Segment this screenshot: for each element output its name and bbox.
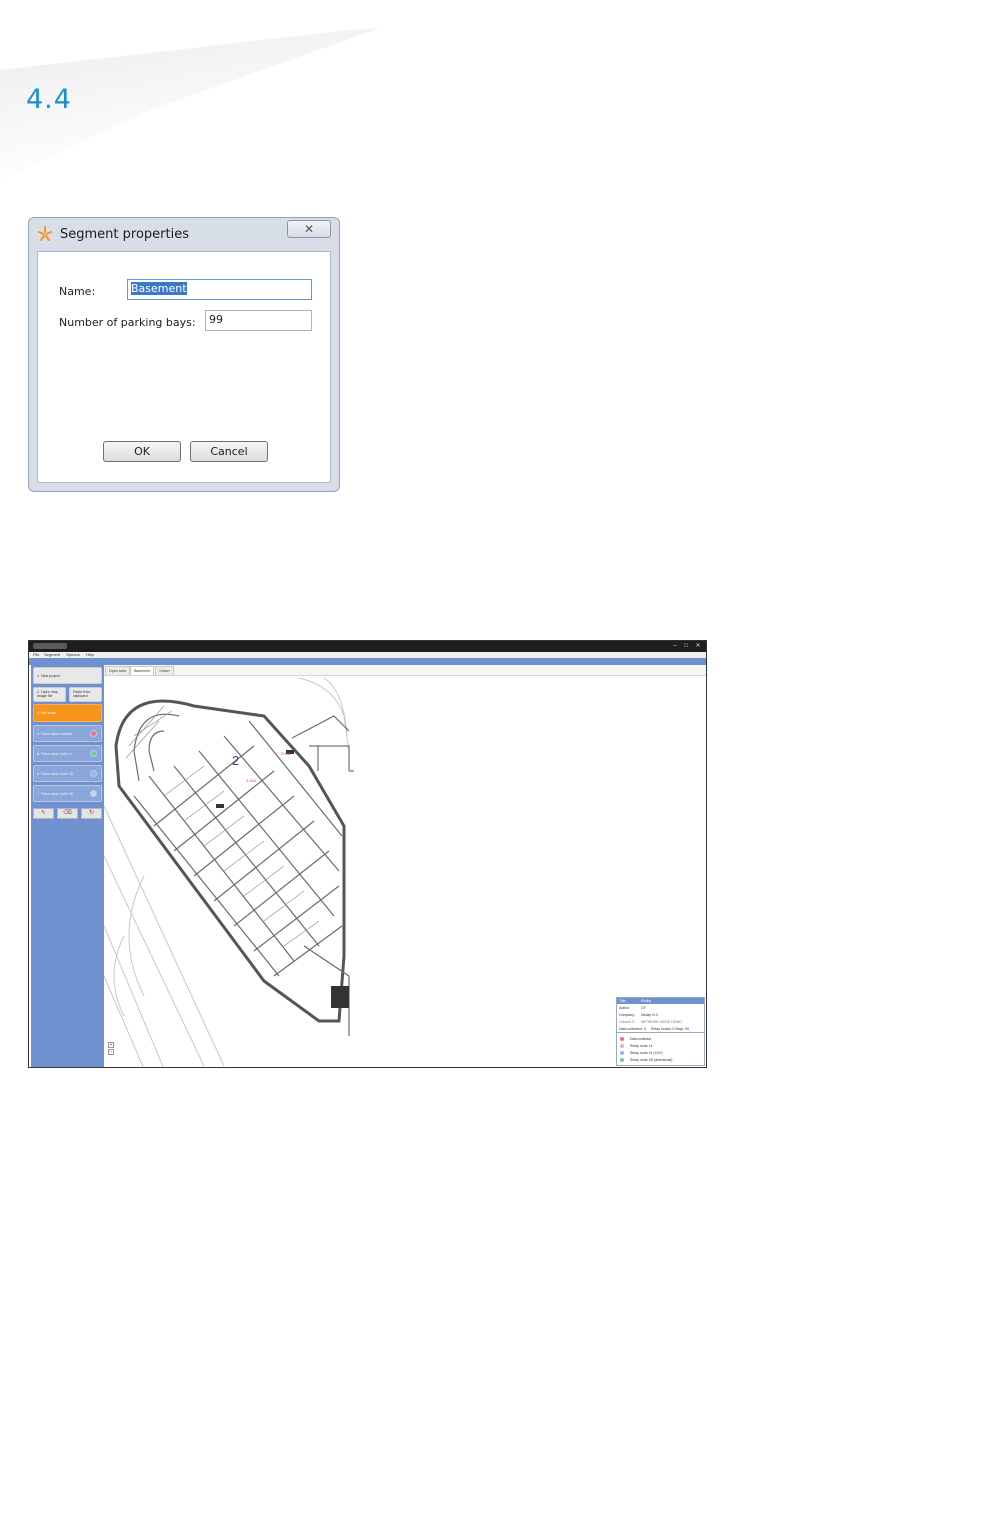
step-open-map[interactable]: 2. Open map image file	[33, 687, 66, 702]
legend-item-label: Relay node 2x (XXX)	[630, 1051, 663, 1055]
step-new-project[interactable]: 1. New project	[33, 667, 102, 684]
data-collector-icon	[90, 729, 97, 737]
legend-title-label: Title:	[619, 999, 627, 1003]
step-paste-clipboard[interactable]: Paste from clipboard	[69, 687, 102, 702]
ribbon	[29, 658, 706, 665]
tab-new[interactable]: <New>	[155, 666, 175, 675]
relay-node-icon	[90, 769, 97, 777]
red-label-1: 2-401	[246, 778, 257, 783]
legend-counts-row: Data collectors: 0 Relay nodes: 0 Bays: …	[617, 1026, 704, 1033]
dialog-titlebar[interactable]: Segment properties ✕	[29, 218, 339, 250]
zoom-out-button[interactable]: −	[108, 1049, 114, 1055]
legend-key: Column 3:	[619, 1020, 635, 1024]
legend-item: Relay node 2x (XXX)	[617, 1050, 704, 1056]
red-label-2: 2-402	[281, 751, 292, 756]
app-titlebar: – □ ✕	[29, 641, 706, 652]
close-icon[interactable]: ✕	[693, 642, 703, 650]
dialog-title: Segment properties	[60, 227, 189, 242]
legend-key: Data collectors: 0	[619, 1027, 647, 1031]
legend-company-row: Company: Nedap N.V.	[617, 1012, 704, 1018]
name-field-value: Basement	[131, 282, 187, 295]
name-field[interactable]: Basement	[127, 279, 312, 300]
tab-basement[interactable]: Basement	[130, 666, 155, 675]
legend-item: Relay node 3D (directional)	[617, 1057, 704, 1063]
close-button[interactable]: ✕	[287, 220, 331, 238]
segment-tabs: Open area Basement <New>	[104, 665, 706, 676]
ok-button[interactable]: OK	[103, 441, 181, 462]
legend-author-row: Author: OT	[617, 1005, 704, 1011]
name-label: Name:	[59, 285, 96, 298]
step-place-data-collector[interactable]: 4. Place data collector	[33, 725, 102, 742]
eraser-icon: ⌫	[63, 810, 72, 816]
segment-properties-dialog: Segment properties ✕ Name: Basement Numb…	[28, 217, 340, 492]
tab-open-area[interactable]: Open area	[105, 666, 130, 675]
step-place-relay-2[interactable]: 6. Place relay node 3D	[33, 765, 102, 782]
relay-node-icon	[620, 1044, 624, 1048]
parking-bays-label: Number of parking bays:	[59, 316, 196, 329]
relay-node-icon	[620, 1058, 624, 1062]
legend-panel: Title: Rodby Author: OT Company: Nedap N…	[616, 997, 705, 1066]
relay-node-icon	[90, 789, 97, 797]
data-collector-icon	[620, 1037, 624, 1041]
legend-item-label: Relay node 3D (directional)	[630, 1058, 673, 1062]
workflow-sidebar: 1. New project 2. Open map image file Pa…	[31, 665, 104, 1067]
rotate-tool-button[interactable]: ↻	[81, 808, 102, 819]
application-window: – □ ✕ File Segment Options Help 1. New p…	[28, 640, 707, 1068]
legend-item-label: Relay node 1x	[630, 1044, 653, 1048]
legend-item-label: Data collector	[630, 1037, 652, 1041]
step-label: 5. Place relay node 1x	[37, 752, 73, 756]
step-set-scale[interactable]: 3. Set scale	[33, 704, 102, 722]
cancel-button[interactable]: Cancel	[190, 441, 268, 462]
legend-item: Data collector	[617, 1036, 704, 1042]
close-icon: ✕	[303, 222, 315, 236]
legend-key: Company:	[619, 1013, 635, 1017]
pointer-tool-button[interactable]: ↖	[33, 808, 54, 819]
zoom-in-button[interactable]: +	[108, 1042, 114, 1048]
minimize-icon[interactable]: –	[670, 642, 680, 650]
legend-value: Relay nodes: 0 Bays: 99	[651, 1027, 689, 1031]
step-place-relay-3[interactable]: 7. Place relay node 3D	[33, 785, 102, 802]
pointer-icon: ↖	[40, 810, 47, 816]
legend-value: NETWORK MODE DEMO	[641, 1020, 682, 1024]
parking-bays-field[interactable]: 99	[205, 310, 312, 331]
step-label: 6. Place relay node 3D	[37, 772, 74, 776]
legend-title-value: Rodby	[641, 999, 652, 1003]
relay-node-icon	[90, 749, 97, 757]
segment-number-label: 2	[232, 753, 239, 768]
rotate-icon: ↻	[88, 810, 95, 816]
asterisk-star-icon	[38, 226, 52, 241]
maximize-icon[interactable]: □	[681, 642, 691, 650]
eraser-tool-button[interactable]: ⌫	[57, 808, 78, 819]
relay-node-icon	[620, 1051, 624, 1055]
legend-item: Relay node 1x	[617, 1043, 704, 1049]
step-label: 7. Place relay node 3D	[37, 792, 74, 796]
legend-value: OT	[641, 1006, 646, 1010]
step-label: 4. Place data collector	[37, 732, 73, 736]
legend-title-row: Title: Rodby	[617, 998, 704, 1004]
legend-value: Nedap N.V.	[641, 1013, 659, 1017]
section-number: 4.4	[26, 84, 72, 115]
legend-key: Author:	[619, 1006, 631, 1010]
step-place-relay-1[interactable]: 5. Place relay node 1x	[33, 745, 102, 762]
dialog-body: Name: Basement Number of parking bays: 9…	[37, 251, 331, 483]
app-logo	[33, 643, 67, 649]
legend-column-row: Column 3: NETWORK MODE DEMO	[617, 1019, 704, 1025]
